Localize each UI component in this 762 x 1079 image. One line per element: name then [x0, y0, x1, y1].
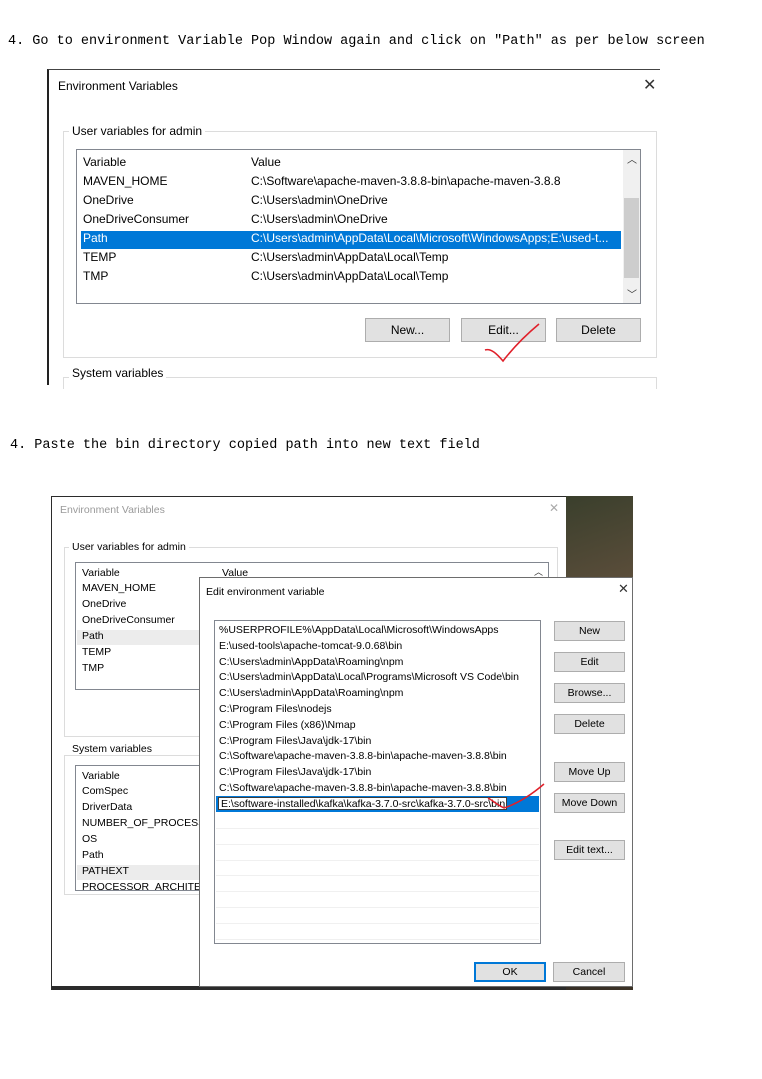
browse-button[interactable]: Browse...: [554, 683, 625, 703]
variable-value: C:\Users\admin\OneDrive: [251, 212, 388, 226]
step-heading-2: 4. Paste the bin directory copied path i…: [10, 438, 480, 453]
edit-text-button[interactable]: Edit text...: [554, 840, 625, 860]
ok-button[interactable]: OK: [474, 962, 546, 982]
variable-name: PATHEXT: [82, 865, 129, 877]
empty-row-divider: [216, 875, 539, 877]
move-up-button[interactable]: Move Up: [554, 762, 625, 782]
column-header-variable[interactable]: Variable: [82, 770, 120, 782]
new-button[interactable]: New: [554, 621, 625, 641]
step-heading-1: 4. Go to environment Variable Pop Window…: [8, 34, 705, 49]
vertical-scrollbar[interactable]: ︿ ﹀: [623, 150, 640, 303]
variable-name: Path: [83, 231, 108, 245]
user-variables-list[interactable]: Variable Value MAVEN_HOME C:\Software\apa…: [76, 149, 641, 304]
path-entry[interactable]: C:\Software\apache-maven-3.8.8-bin\apach…: [219, 782, 507, 794]
close-icon[interactable]: ✕: [549, 501, 559, 515]
chevron-down-icon[interactable]: ﹀: [627, 286, 637, 301]
table-row[interactable]: TMP C:\Users\admin\AppData\Local\Temp: [81, 269, 621, 287]
variable-value: C:\Users\admin\AppData\Local\Temp: [251, 250, 449, 264]
annotation-check-mark: [487, 783, 545, 809]
variable-name: Path: [82, 630, 104, 642]
list-header: Variable Value: [77, 155, 640, 173]
variable-name: TMP: [83, 269, 109, 283]
delete-button[interactable]: Delete: [554, 714, 625, 734]
user-variables-label: User variables for admin: [69, 541, 189, 553]
path-entry[interactable]: C:\Users\admin\AppData\Roaming\npm: [219, 656, 403, 668]
edit-button[interactable]: Edit: [554, 652, 625, 672]
variable-name: DriverData: [82, 801, 133, 813]
table-row[interactable]: Path C:\Users\admin\AppData\Local\Microso…: [81, 231, 621, 249]
cancel-button[interactable]: Cancel: [553, 962, 625, 982]
empty-row-divider: [216, 828, 539, 829]
path-entry[interactable]: C:\Program Files\Java\jdk-17\bin: [219, 766, 371, 778]
user-variables-label: User variables for admin: [69, 124, 206, 138]
screenshot-2: Environment Variables ✕ User variables f…: [51, 496, 633, 990]
variable-value: C:\Users\admin\AppData\Local\Temp: [251, 269, 449, 283]
table-row[interactable]: OneDriveConsumer C:\Users\admin\OneDrive: [81, 212, 621, 230]
window-title: Environment Variables: [60, 504, 165, 516]
column-header-variable[interactable]: Variable: [83, 155, 126, 169]
path-entry[interactable]: C:\Program Files\Java\jdk-17\bin: [219, 735, 371, 747]
variable-name: MAVEN_HOME: [83, 174, 168, 188]
annotation-check-mark: [484, 323, 540, 363]
new-button[interactable]: New...: [365, 318, 450, 342]
variable-name: Path: [82, 849, 104, 861]
path-entry[interactable]: C:\Users\admin\AppData\Roaming\npm: [219, 687, 403, 699]
empty-row-divider: [216, 891, 539, 893]
move-down-button[interactable]: Move Down: [554, 793, 625, 813]
table-row[interactable]: OneDrive C:\Users\admin\OneDrive: [81, 193, 621, 211]
delete-button[interactable]: Delete: [556, 318, 641, 342]
empty-row-divider: [216, 859, 539, 861]
variable-name: ComSpec: [82, 785, 129, 797]
edit-env-var-dialog: Edit environment variable ✕ %USERPROFILE…: [199, 577, 633, 987]
variable-name: MAVEN_HOME: [82, 582, 156, 594]
column-header-value[interactable]: Value: [251, 155, 281, 169]
path-entry[interactable]: E:\used-tools\apache-tomcat-9.0.68\bin: [219, 640, 402, 652]
variable-name: TEMP: [83, 250, 117, 264]
table-row[interactable]: TEMP C:\Users\admin\AppData\Local\Temp: [81, 250, 621, 268]
variable-name: OS: [82, 833, 98, 845]
scrollbar-thumb[interactable]: [624, 198, 639, 278]
variable-value: C:\Users\admin\AppData\Local\Microsoft\W…: [251, 231, 609, 245]
close-icon[interactable]: ✕: [643, 75, 656, 94]
path-entry[interactable]: C:\Software\apache-maven-3.8.8-bin\apach…: [219, 750, 507, 762]
system-variables-label: System variables: [69, 743, 155, 755]
variable-name: OneDrive: [83, 193, 134, 207]
table-row[interactable]: MAVEN_HOME C:\Software\apache-maven-3.8.8…: [81, 174, 621, 192]
variable-name: TMP: [82, 662, 105, 674]
env-vars-window-1: Environment Variables ✕ User variables f…: [47, 69, 660, 389]
path-entry[interactable]: C:\Program Files\nodejs: [219, 703, 332, 715]
empty-row-divider: [216, 922, 539, 924]
variable-name: OneDriveConsumer: [83, 212, 190, 226]
path-entry[interactable]: %USERPROFILE%\AppData\Local\Microsoft\Wi…: [219, 624, 499, 636]
variable-value: C:\Software\apache-maven-3.8.8-bin\apach…: [251, 174, 561, 188]
path-entry[interactable]: C:\Users\admin\AppData\Local\Programs\Mi…: [219, 671, 519, 683]
variable-name: OneDrive: [82, 598, 127, 610]
chevron-up-icon[interactable]: ︿: [627, 151, 637, 166]
variable-value: C:\Users\admin\OneDrive: [251, 193, 388, 207]
variable-name: OneDriveConsumer: [82, 614, 175, 626]
variable-name: TEMP: [82, 646, 112, 658]
column-header-variable[interactable]: Variable: [82, 567, 120, 579]
empty-row-divider: [216, 843, 539, 845]
system-variables-label: System variables: [69, 366, 167, 380]
empty-row-divider: [216, 907, 539, 908]
dialog-title: Edit environment variable: [206, 586, 325, 598]
path-entry[interactable]: C:\Program Files (x86)\Nmap: [219, 719, 356, 731]
path-edit-input[interactable]: E:\software-installed\kafka\kafka-3.7.0-…: [218, 797, 507, 810]
empty-row-divider: [216, 938, 539, 940]
window-title: Environment Variables: [58, 79, 178, 93]
close-icon[interactable]: ✕: [618, 582, 629, 597]
